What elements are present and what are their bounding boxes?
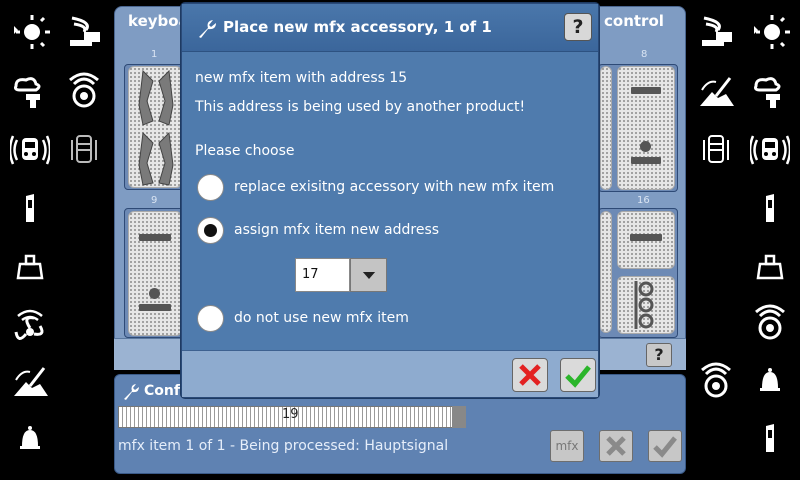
progress-value: 19	[282, 407, 299, 422]
option-replace-label[interactable]: replace exisitng accessory with new mfx …	[234, 179, 554, 195]
status-text: mfx item 1 of 1 - Being processed: Haupt…	[118, 438, 449, 454]
tile-edge	[600, 211, 612, 333]
train-icon[interactable]	[694, 128, 738, 172]
place-accessory-dialog: Place new mfx accessory, 1 of 1 ? new mf…	[181, 3, 599, 398]
function-decoder-icon[interactable]	[694, 10, 738, 54]
bell-icon[interactable]	[8, 416, 52, 460]
light-icon[interactable]	[8, 10, 52, 54]
shovel-icon[interactable]	[8, 360, 52, 404]
help-button[interactable]: ?	[564, 13, 592, 41]
decoupler-icon	[634, 281, 654, 329]
signal-bar	[139, 234, 171, 241]
column-number: 8	[641, 49, 648, 60]
dialog-title: Place new mfx accessory, 1 of 1	[223, 18, 492, 36]
turnout-tile[interactable]	[128, 66, 182, 188]
sound-icon[interactable]	[694, 360, 738, 404]
signal-tile[interactable]	[617, 211, 675, 269]
radio-replace[interactable]	[197, 174, 224, 201]
address-input[interactable]: 17	[295, 258, 350, 292]
shovel-icon[interactable]	[694, 70, 738, 114]
wrench-icon	[199, 20, 216, 38]
option-assign-label[interactable]: assign mfx item new address	[234, 222, 439, 238]
sound-icon[interactable]	[748, 302, 792, 346]
signal-dot	[640, 141, 651, 152]
train-radio-icon[interactable]	[8, 128, 52, 172]
fan-icon[interactable]	[8, 304, 52, 348]
signal-bar	[630, 234, 662, 241]
turnout-icon	[138, 69, 174, 186]
config-title: Confi	[144, 383, 185, 399]
signal-tile[interactable]	[617, 66, 675, 190]
train-icon[interactable]	[62, 128, 106, 172]
column-number: 1	[151, 49, 158, 60]
check-icon	[653, 436, 677, 458]
signal-tile[interactable]	[128, 211, 182, 336]
light-icon[interactable]	[748, 10, 792, 54]
dialog-ok-button[interactable]	[560, 358, 596, 392]
dialog-prompt: Please choose	[195, 143, 295, 159]
address-dropdown-button[interactable]	[350, 258, 387, 292]
weight-icon[interactable]	[748, 244, 792, 288]
dialog-cancel-button[interactable]	[512, 358, 548, 392]
rail-icon[interactable]	[8, 186, 52, 230]
smoke-icon[interactable]	[748, 70, 792, 114]
function-decoder-icon[interactable]	[62, 10, 106, 54]
ok-button[interactable]	[648, 430, 682, 462]
close-icon	[519, 364, 541, 386]
check-icon	[565, 365, 591, 388]
weight-icon[interactable]	[8, 244, 52, 288]
mfx-label: mfx	[555, 439, 579, 453]
chevron-down-icon	[362, 271, 375, 279]
rail-icon[interactable]	[748, 186, 792, 230]
keyboard-title: keyboa	[128, 12, 189, 30]
train-radio-icon[interactable]	[748, 128, 792, 172]
rail-icon[interactable]	[748, 416, 792, 460]
dialog-line-address: new mfx item with address 15	[195, 70, 408, 86]
signal-bar	[631, 157, 661, 164]
option-do-not-use-label[interactable]: do not use new mfx item	[234, 310, 409, 326]
dialog-line-warning: This address is being used by another pr…	[195, 99, 526, 115]
radio-do-not-use[interactable]	[197, 305, 224, 332]
help-button[interactable]: ?	[646, 343, 672, 367]
mfx-button[interactable]: mfx	[550, 430, 584, 462]
wrench-icon	[124, 384, 139, 400]
signal-bar	[139, 304, 171, 311]
keyboard-title-right: control	[604, 12, 664, 30]
signal-bar	[631, 87, 661, 94]
signal-dot	[149, 288, 160, 299]
smoke-icon[interactable]	[8, 70, 52, 114]
close-icon	[606, 436, 626, 456]
column-number: 9	[151, 195, 158, 206]
cancel-button[interactable]	[599, 430, 633, 462]
tile-edge	[600, 66, 612, 190]
bell-icon[interactable]	[748, 358, 792, 402]
progress-fill	[452, 406, 466, 428]
decoupler-tile[interactable]	[617, 276, 675, 334]
sound-icon[interactable]	[62, 70, 106, 114]
radio-assign[interactable]	[197, 217, 224, 244]
column-number: 16	[637, 195, 650, 206]
